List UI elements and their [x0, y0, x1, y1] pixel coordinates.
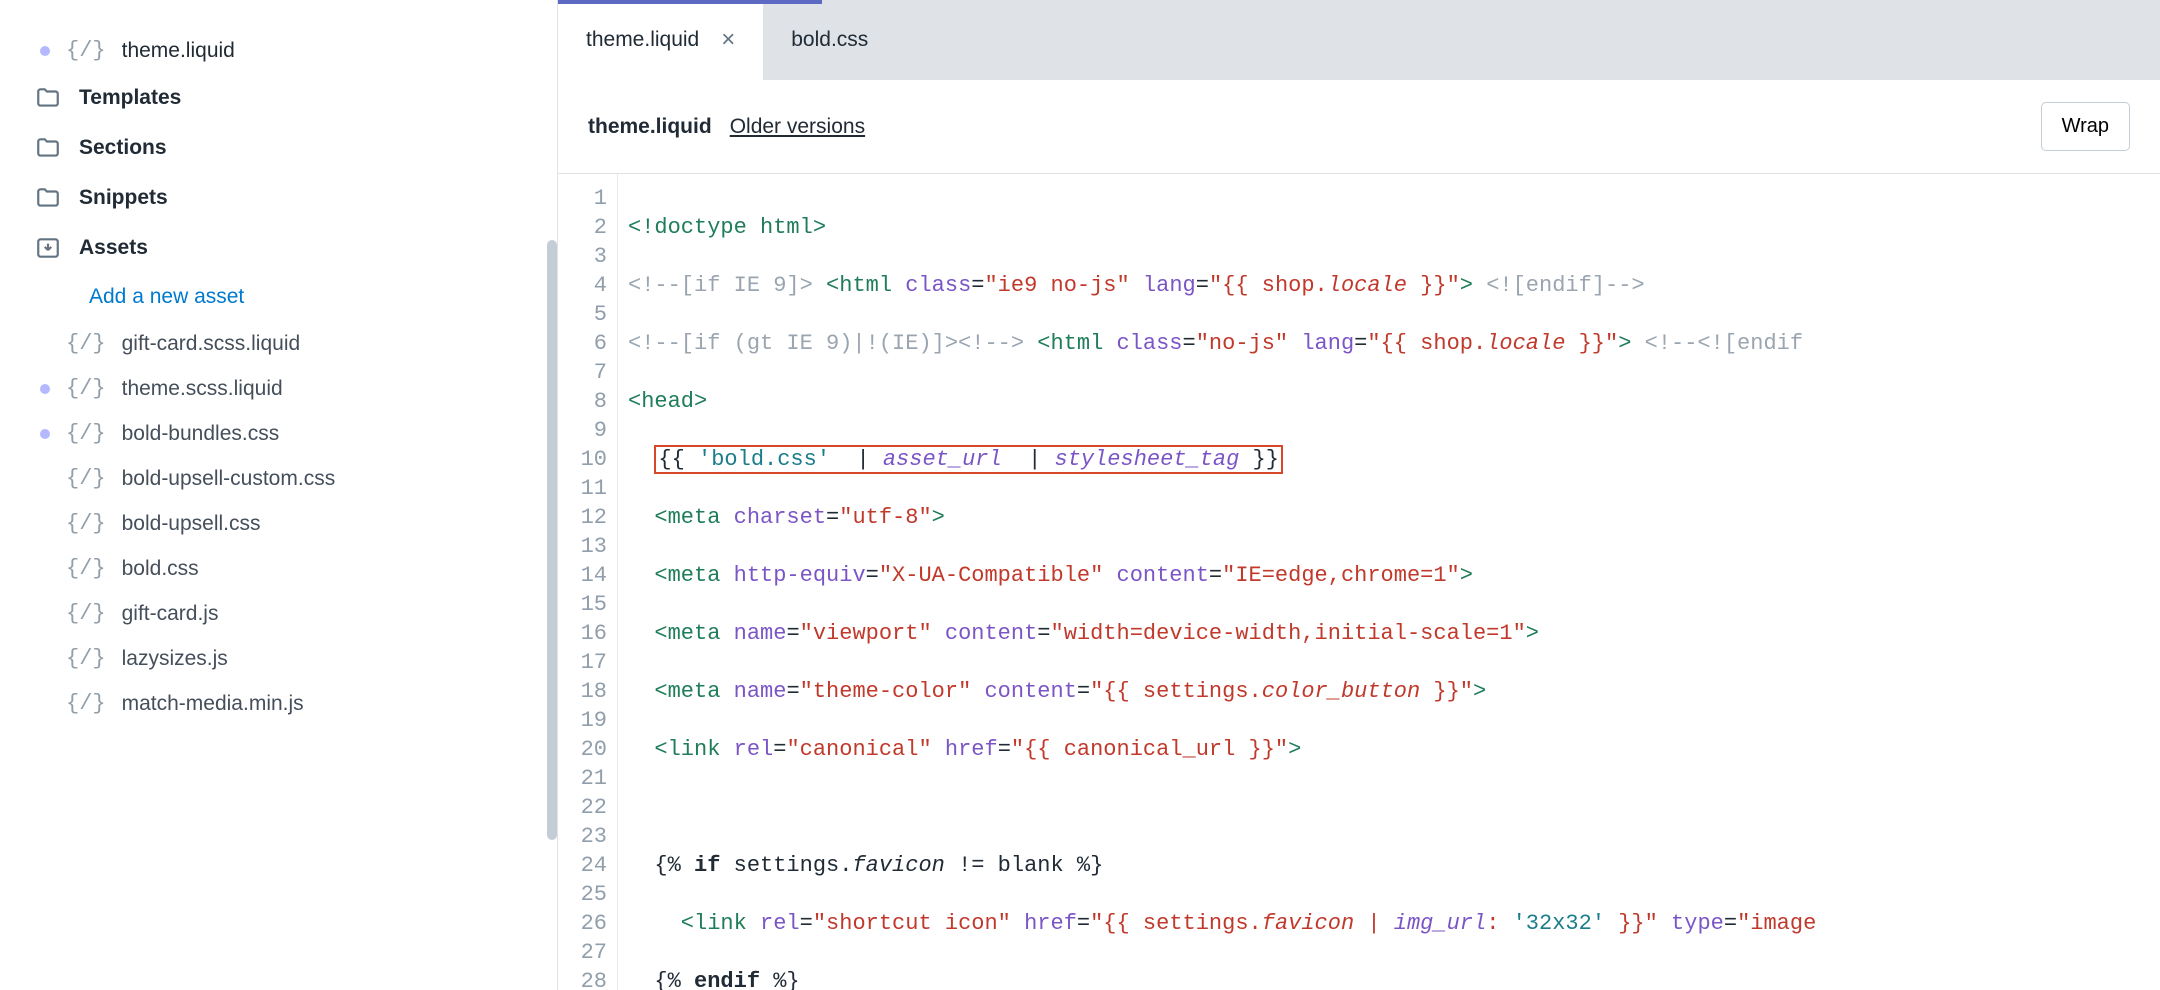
asset-item[interactable]: {/} gift-card.js	[0, 591, 557, 636]
folder-icon	[35, 185, 61, 211]
section-label: Templates	[79, 86, 181, 110]
file-label: theme.liquid	[122, 39, 235, 63]
tab-bar: theme.liquid × bold.css	[558, 0, 2160, 80]
download-folder-icon	[35, 235, 61, 261]
asset-item[interactable]: {/} theme.scss.liquid	[0, 366, 557, 411]
liquid-file-icon: {/}	[66, 38, 106, 63]
modified-dot-icon	[40, 384, 50, 394]
asset-item[interactable]: {/} bold-upsell.css	[0, 501, 557, 546]
section-label: Assets	[79, 236, 148, 260]
editor-title: theme.liquid	[588, 115, 712, 139]
liquid-file-icon: {/}	[66, 601, 106, 626]
liquid-file-icon: {/}	[66, 331, 106, 356]
tab-label: theme.liquid	[586, 28, 699, 52]
code-content[interactable]: <!doctype html> <!--[if IE 9]> <html cla…	[618, 174, 2160, 990]
asset-item[interactable]: {/} bold-upsell-custom.css	[0, 456, 557, 501]
asset-label: theme.scss.liquid	[122, 377, 283, 401]
folder-icon	[35, 135, 61, 161]
sidebar-section-snippets[interactable]: Snippets	[0, 173, 557, 223]
section-label: Snippets	[79, 186, 168, 210]
asset-label: lazysizes.js	[122, 647, 228, 671]
liquid-file-icon: {/}	[66, 421, 106, 446]
sidebar-scrollbar[interactable]	[547, 240, 557, 840]
asset-label: bold.css	[122, 557, 199, 581]
asset-item[interactable]: {/} gift-card.scss.liquid	[0, 321, 557, 366]
main-panel: theme.liquid × bold.css theme.liquid Old…	[557, 0, 2160, 990]
tab-label: bold.css	[791, 28, 868, 52]
asset-label: gift-card.js	[122, 602, 219, 626]
tab-bold-css[interactable]: bold.css	[763, 0, 896, 80]
line-gutter: 1234567891011121314151617181920212223242…	[558, 174, 618, 990]
liquid-file-icon: {/}	[66, 556, 106, 581]
sidebar: {/} theme.liquid Templates Sections Snip…	[0, 0, 557, 990]
add-new-asset-link[interactable]: Add a new asset	[0, 273, 557, 321]
asset-label: bold-upsell.css	[122, 512, 261, 536]
liquid-file-icon: {/}	[66, 376, 106, 401]
folder-icon	[35, 85, 61, 111]
liquid-file-icon: {/}	[66, 466, 106, 491]
wrap-button[interactable]: Wrap	[2041, 102, 2130, 151]
sidebar-current-file[interactable]: {/} theme.liquid	[0, 28, 557, 73]
asset-label: bold-bundles.css	[122, 422, 280, 446]
highlighted-code: {{ 'bold.css' | asset_url | stylesheet_t…	[654, 445, 1283, 474]
code-editor[interactable]: 1234567891011121314151617181920212223242…	[558, 174, 2160, 990]
sidebar-section-templates[interactable]: Templates	[0, 73, 557, 123]
sidebar-section-sections[interactable]: Sections	[0, 123, 557, 173]
modified-dot-icon	[40, 46, 50, 56]
asset-item[interactable]: {/} bold.css	[0, 546, 557, 591]
asset-label: gift-card.scss.liquid	[122, 332, 301, 356]
asset-label: match-media.min.js	[122, 692, 304, 716]
older-versions-link[interactable]: Older versions	[730, 115, 865, 139]
section-label: Sections	[79, 136, 167, 160]
asset-item[interactable]: {/} bold-bundles.css	[0, 411, 557, 456]
liquid-file-icon: {/}	[66, 646, 106, 671]
liquid-file-icon: {/}	[66, 691, 106, 716]
asset-item[interactable]: {/} lazysizes.js	[0, 636, 557, 681]
asset-label: bold-upsell-custom.css	[122, 467, 336, 491]
asset-item[interactable]: {/} match-media.min.js	[0, 681, 557, 726]
liquid-file-icon: {/}	[66, 511, 106, 536]
modified-dot-icon	[40, 429, 50, 439]
editor-header: theme.liquid Older versions Wrap	[558, 80, 2160, 174]
close-icon[interactable]: ×	[721, 28, 735, 52]
sidebar-section-assets[interactable]: Assets	[0, 223, 557, 273]
tab-theme-liquid[interactable]: theme.liquid ×	[558, 0, 763, 80]
